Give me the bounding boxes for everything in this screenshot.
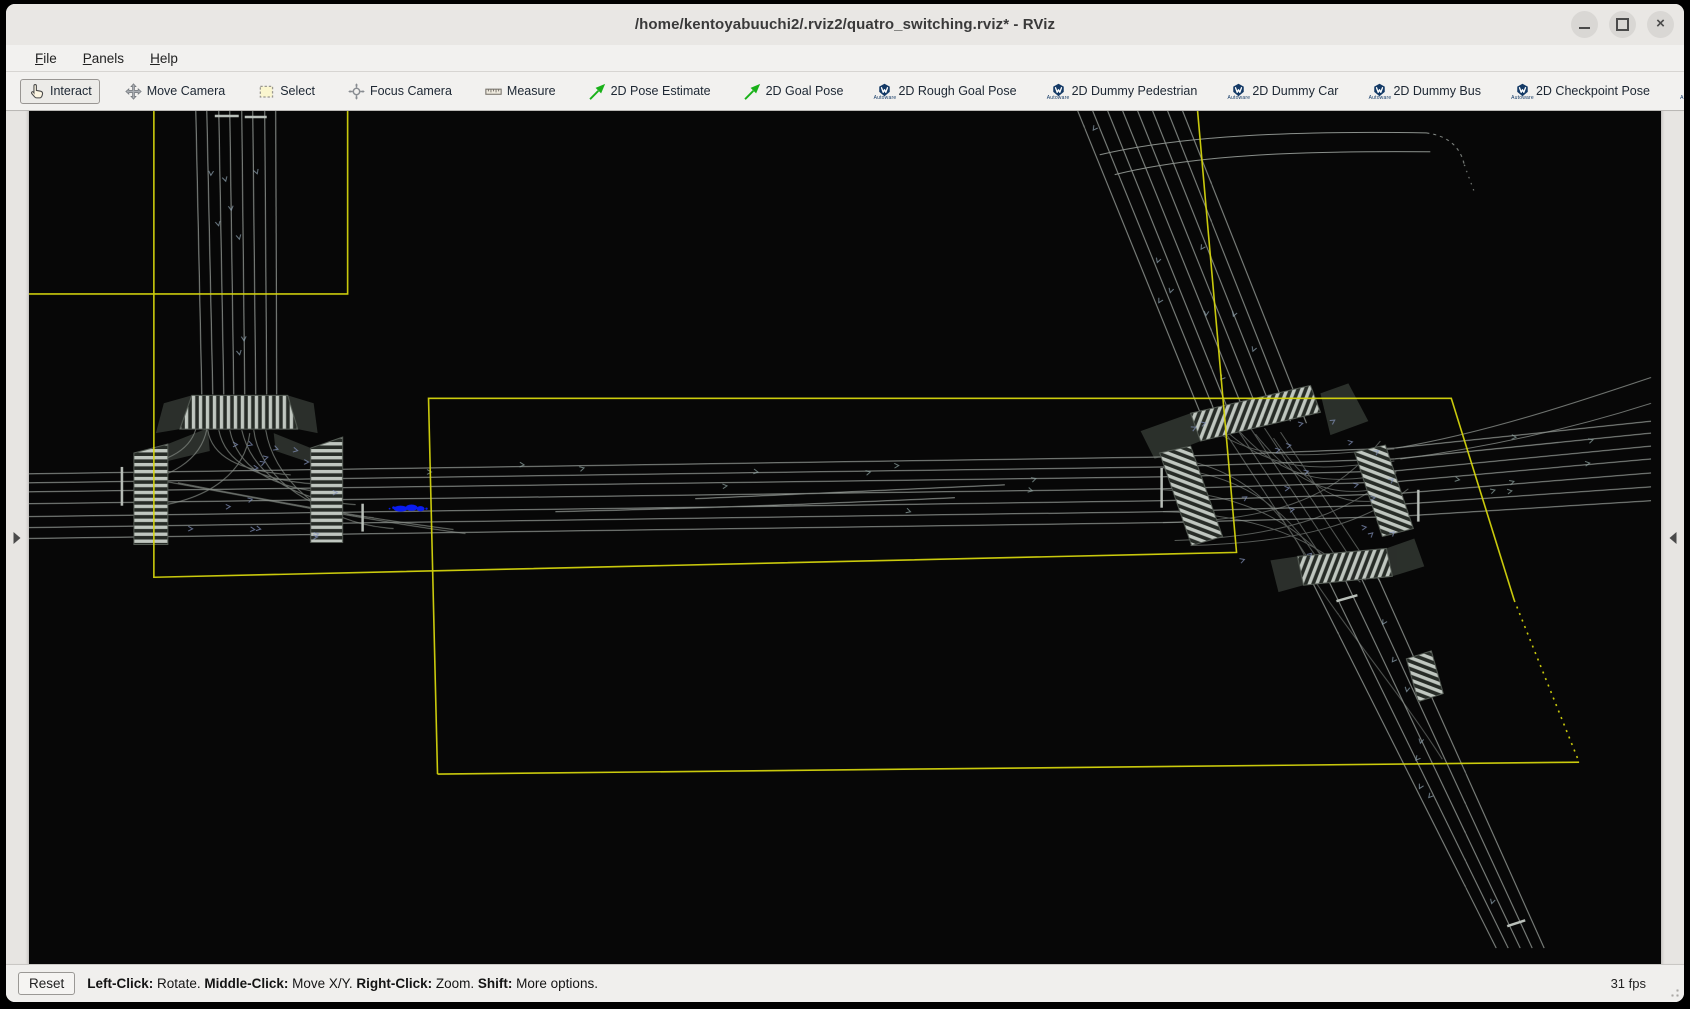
autoware-icon: Autoware	[1230, 83, 1247, 100]
tool-label: 2D Checkpoint Pose	[1536, 84, 1650, 98]
tool-2d-pose-estimate[interactable]: 2D Pose Estimate	[581, 79, 719, 104]
tool-2d-dummy-car[interactable]: Autoware2D Dummy Car	[1222, 79, 1346, 104]
tool-label: Select	[280, 84, 315, 98]
autoware-icon: Autoware	[876, 83, 893, 100]
tool-2d-rough-goal-pose[interactable]: Autoware2D Rough Goal Pose	[868, 79, 1024, 104]
focus-crosshair-icon	[348, 83, 365, 100]
autoware-icon: Autoware	[1050, 83, 1067, 100]
tool-select[interactable]: Select	[250, 79, 323, 104]
tool-2d-dummy-bus[interactable]: Autoware2D Dummy Bus	[1363, 79, 1489, 104]
menu-item-file[interactable]: File	[24, 49, 68, 68]
menu-item-help[interactable]: Help	[139, 49, 189, 68]
rviz-window: /home/kentoyabuuchi2/.rviz2/quatro_switc…	[6, 4, 1684, 1002]
title-bar[interactable]: /home/kentoyabuuchi2/.rviz2/quatro_switc…	[6, 4, 1684, 45]
crosswalks	[134, 385, 1443, 701]
tool-label: 2D Rough Goal Pose	[898, 84, 1016, 98]
tool-measure[interactable]: Measure	[477, 79, 564, 104]
pose-arrow-icon	[744, 83, 761, 100]
tool-label: Move Camera	[147, 84, 226, 98]
tool-label: 2D Goal Pose	[766, 84, 844, 98]
status-bar: Reset Left-Click: Rotate. Middle-Click: …	[6, 964, 1684, 1002]
tool-delete-all-objects[interactable]: AutowareDelete All Objects	[1675, 79, 1684, 104]
tool-label: 2D Dummy Bus	[1393, 84, 1481, 98]
tool-label: Interact	[50, 84, 92, 98]
right-panel-expand-arrow-icon[interactable]	[1670, 532, 1677, 544]
autoware-caption: Autoware	[1369, 96, 1392, 100]
selection-rect-wide	[429, 398, 1515, 774]
tool-label: 2D Dummy Car	[1252, 84, 1338, 98]
blue-marker	[389, 504, 428, 511]
render-viewport[interactable]	[29, 111, 1661, 964]
toolbar: Interact Move Camera Select Focus Camera Mea…	[6, 72, 1684, 111]
autoware-caption: Autoware	[1680, 96, 1684, 100]
pose-arrow-icon	[589, 83, 606, 100]
selection-rect-topleft	[29, 111, 348, 294]
tool-2d-dummy-pedestrian[interactable]: Autoware2D Dummy Pedestrian	[1042, 79, 1206, 104]
tool-2d-goal-pose[interactable]: 2D Goal Pose	[736, 79, 852, 104]
autoware-icon: Autoware	[1514, 83, 1531, 100]
selection-rectangles	[29, 111, 1579, 774]
autoware-caption: Autoware	[1047, 96, 1070, 100]
autoware-icon: Autoware	[1683, 83, 1684, 100]
left-panel-collapsed[interactable]	[6, 111, 29, 964]
window-controls: ×	[1571, 11, 1674, 38]
menu-bar: FilePanelsHelp	[6, 45, 1684, 72]
close-button[interactable]: ×	[1647, 11, 1674, 38]
autoware-caption: Autoware	[1227, 96, 1250, 100]
left-panel-expand-arrow-icon[interactable]	[14, 532, 21, 544]
autoware-caption: Autoware	[874, 96, 897, 100]
tool-interact[interactable]: Interact	[20, 79, 100, 104]
lanelet-map[interactable]	[29, 111, 1661, 964]
tool-label: Focus Camera	[370, 84, 452, 98]
tool-label: 2D Dummy Pedestrian	[1072, 84, 1198, 98]
ruler-icon	[485, 83, 502, 100]
hand-icon	[28, 83, 45, 100]
reset-button[interactable]: Reset	[18, 972, 75, 995]
maximize-button[interactable]	[1609, 11, 1636, 38]
tool-move-camera[interactable]: Move Camera	[117, 79, 234, 104]
toolbar-tools: Interact Move Camera Select Focus Camera Mea…	[20, 79, 1684, 104]
viewport-row	[6, 111, 1684, 964]
close-icon: ×	[1656, 16, 1665, 31]
tool-focus-camera[interactable]: Focus Camera	[340, 79, 460, 104]
minimize-icon	[1579, 27, 1590, 29]
move-camera-icon	[125, 83, 142, 100]
select-box-icon	[258, 83, 275, 100]
window-title: /home/kentoyabuuchi2/.rviz2/quatro_switc…	[635, 16, 1055, 33]
fps-counter: 31 fps	[1611, 976, 1672, 991]
autoware-caption: Autoware	[1511, 96, 1534, 100]
menu-item-panels[interactable]: Panels	[72, 49, 135, 68]
autoware-icon: Autoware	[1371, 83, 1388, 100]
right-panel-collapsed[interactable]	[1661, 111, 1684, 964]
maximize-icon	[1616, 18, 1629, 31]
selection-rect-wide-dotted-edge	[1514, 600, 1579, 762]
tool-label: 2D Pose Estimate	[611, 84, 711, 98]
tool-label: Measure	[507, 84, 556, 98]
tool-2d-checkpoint-pose[interactable]: Autoware2D Checkpoint Pose	[1506, 79, 1658, 104]
minimize-button[interactable]	[1571, 11, 1598, 38]
mouse-hints: Left-Click: Rotate. Middle-Click: Move X…	[87, 976, 598, 991]
